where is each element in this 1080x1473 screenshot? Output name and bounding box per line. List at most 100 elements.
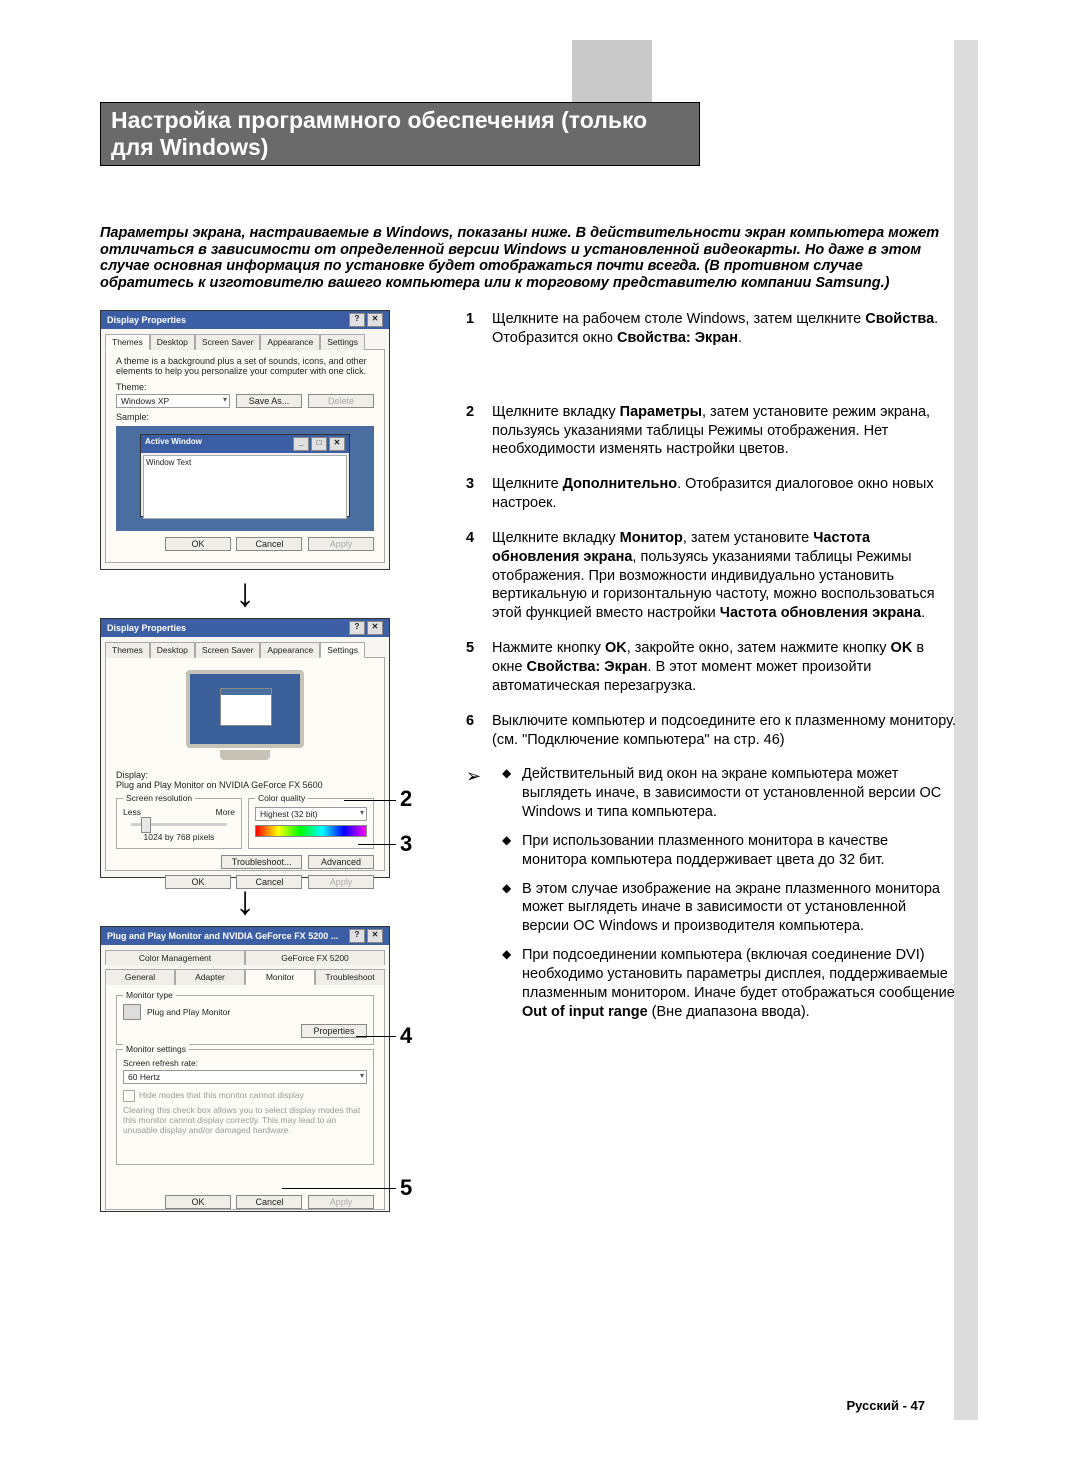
callout-5: 5 — [400, 1175, 412, 1201]
arrow-down-icon: ↓ — [100, 886, 390, 916]
dialog-body: Display: Plug and Play Monitor on NVIDIA… — [105, 658, 385, 871]
callout-line — [356, 1036, 396, 1037]
note-pointer-icon: ➢ — [466, 765, 502, 1031]
step-1: 1 Щелкните на рабочем столе Windows, зат… — [466, 310, 956, 348]
callout-4: 4 — [400, 1023, 412, 1049]
ok-button[interactable]: OK — [165, 1195, 231, 1209]
step-text: Щелкните вкладку Параметры, затем устано… — [492, 403, 956, 460]
dialog-monitor-advanced: Plug and Play Monitor and NVIDIA GeForce… — [100, 926, 390, 1212]
titlebar: Display Properties ? ✕ — [101, 619, 389, 637]
close-icon[interactable]: ✕ — [367, 313, 383, 327]
ok-button[interactable]: OK — [165, 537, 231, 551]
tab-screensaver[interactable]: Screen Saver — [195, 334, 261, 350]
help-icon[interactable]: ? — [349, 929, 365, 943]
monitor-settings-legend: Monitor settings — [123, 1044, 189, 1054]
help-icon[interactable]: ? — [349, 621, 365, 635]
step-number: 2 — [466, 403, 492, 460]
tab-desktop[interactable]: Desktop — [150, 334, 195, 350]
refresh-rate-label: Screen refresh rate: — [123, 1058, 367, 1068]
step-text: Щелкните на рабочем столе Windows, затем… — [492, 310, 938, 348]
step-6: 6 Выключите компьютер и подсоедините его… — [466, 712, 956, 750]
tabs: Themes Desktop Screen Saver Appearance S… — [105, 333, 385, 350]
step-text: Нажмите кнопку OK, закройте окно, затем … — [492, 639, 956, 696]
theme-label: Theme: — [116, 382, 374, 392]
save-as-button[interactable]: Save As... — [236, 394, 302, 408]
hide-modes-checkbox[interactable] — [123, 1090, 135, 1102]
apply-button: Apply — [308, 1195, 374, 1209]
note-item: При использовании плазменного монитора в… — [502, 832, 956, 870]
display-value: Plug and Play Monitor on NVIDIA GeForce … — [116, 780, 374, 790]
tab-monitor[interactable]: Monitor — [245, 969, 315, 985]
refresh-rate-dropdown[interactable]: 60 Hertz — [123, 1070, 367, 1084]
tab-themes[interactable]: Themes — [105, 642, 150, 658]
tab-adapter[interactable]: Adapter — [175, 969, 245, 985]
tab-screensaver[interactable]: Screen Saver — [195, 642, 261, 658]
note-item: В этом случае изображение на экране плаз… — [502, 880, 956, 937]
step-text: Выключите компьютер и подсоедините его к… — [492, 712, 956, 750]
intro-paragraph: Параметры экрана, настраиваемые в Window… — [100, 225, 940, 292]
troubleshoot-button[interactable]: Troubleshoot... — [221, 855, 303, 869]
apply-button: Apply — [308, 875, 374, 889]
notes-block: ➢ Действительный вид окон на экране комп… — [466, 765, 956, 1031]
step-number: 6 — [466, 712, 492, 750]
dialog-body: A theme is a background plus a set of so… — [105, 350, 385, 563]
minimize-icon: _ — [293, 437, 309, 451]
theme-dropdown[interactable]: Windows XP — [116, 394, 230, 408]
tab-themes[interactable]: Themes — [105, 334, 150, 350]
resolution-value: 1024 by 768 pixels — [123, 832, 235, 842]
tab-color-management[interactable]: Color Management — [105, 950, 245, 965]
resolution-slider[interactable] — [131, 823, 227, 826]
color-quality-legend: Color quality — [255, 793, 308, 803]
monitor-type-group: Monitor type Plug and Play Monitor Prope… — [116, 995, 374, 1045]
cancel-button[interactable]: Cancel — [236, 537, 302, 551]
callout-line — [344, 800, 396, 801]
less-label: Less — [123, 807, 141, 817]
tab-desktop[interactable]: Desktop — [150, 642, 195, 658]
monitor-icon — [123, 1004, 141, 1020]
cancel-button[interactable]: Cancel — [236, 875, 302, 889]
monitor-type-legend: Monitor type — [123, 990, 176, 1000]
tab-settings[interactable]: Settings — [320, 334, 365, 350]
step-3: 3 Щелкните Дополнительно. Отобразится ди… — [466, 475, 956, 513]
sample-window-text: Window Text — [146, 458, 191, 467]
more-label: More — [216, 807, 235, 817]
monitor-graphic — [185, 670, 305, 760]
tabs: Themes Desktop Screen Saver Appearance S… — [105, 641, 385, 658]
tab-appearance[interactable]: Appearance — [260, 642, 320, 658]
tab-general[interactable]: General — [105, 969, 175, 985]
screen-resolution-group: Screen resolution Less More 1024 by 768 … — [116, 798, 242, 849]
monitor-type-value: Plug and Play Monitor — [147, 1007, 230, 1017]
close-icon[interactable]: ✕ — [367, 929, 383, 943]
callout-line — [358, 844, 396, 845]
tabs-row1: Color Management GeForce FX 5200 — [105, 949, 385, 964]
sample-preview: Active Window _ □ ✕ Window Text — [116, 426, 374, 531]
note-item: При подсоединении компьютера (включая со… — [502, 946, 956, 1021]
step-number: 3 — [466, 475, 492, 513]
dialog-title: Plug and Play Monitor and NVIDIA GeForce… — [107, 931, 338, 941]
help-icon[interactable]: ? — [349, 313, 365, 327]
sample-label: Sample: — [116, 412, 374, 422]
close-icon[interactable]: ✕ — [367, 621, 383, 635]
screen-resolution-legend: Screen resolution — [123, 793, 195, 803]
step-number: 4 — [466, 529, 492, 623]
sample-active-window: Active Window _ □ ✕ Window Text — [140, 434, 350, 517]
color-quality-dropdown[interactable]: Highest (32 bit) — [255, 807, 367, 821]
decorative-right-column — [954, 40, 978, 1420]
cancel-button[interactable]: Cancel — [236, 1195, 302, 1209]
step-number: 5 — [466, 639, 492, 696]
tab-troubleshoot[interactable]: Troubleshoot — [315, 969, 385, 985]
callout-3: 3 — [400, 831, 412, 857]
ok-button[interactable]: OK — [165, 875, 231, 889]
tab-settings[interactable]: Settings — [320, 642, 365, 658]
page-title-box: Настройка программного обеспечения (толь… — [100, 102, 700, 166]
instructions-column: 1 Щелкните на рабочем столе Windows, зат… — [466, 310, 956, 1031]
tab-geforce[interactable]: GeForce FX 5200 — [245, 950, 385, 965]
screenshots-column: Display Properties ? ✕ Themes Desktop Sc… — [100, 310, 390, 1220]
decorative-block — [572, 40, 652, 102]
theme-description: A theme is a background plus a set of so… — [116, 356, 374, 376]
step-text: Щелкните вкладку Монитор, затем установи… — [492, 529, 956, 623]
color-bar — [255, 825, 367, 837]
advanced-button[interactable]: Advanced — [308, 855, 374, 869]
tab-appearance[interactable]: Appearance — [260, 334, 320, 350]
callout-line — [282, 1188, 396, 1189]
